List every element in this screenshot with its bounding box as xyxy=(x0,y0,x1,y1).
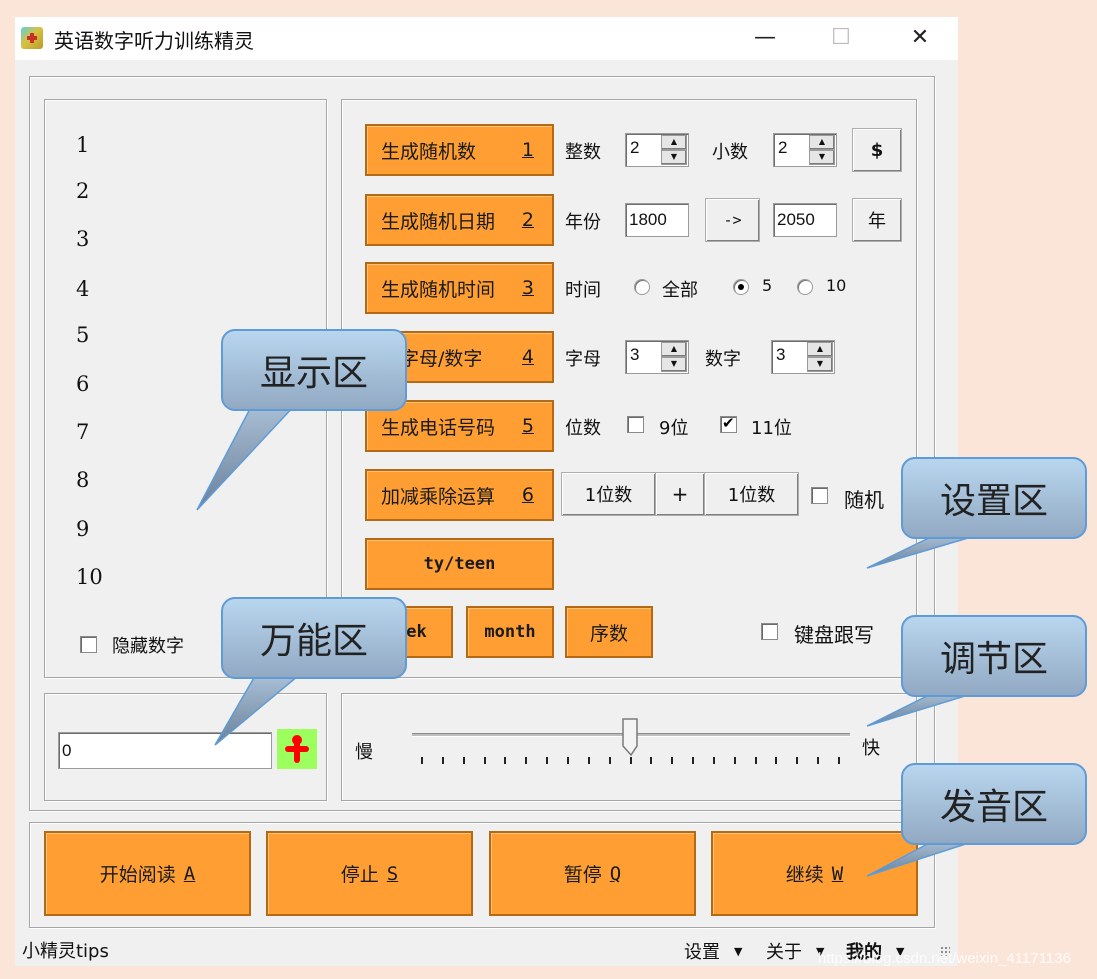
callout-label: 发音区 xyxy=(901,763,1087,845)
watermark: https://blog.csdn.net/weixin_41171136 xyxy=(818,950,1071,967)
